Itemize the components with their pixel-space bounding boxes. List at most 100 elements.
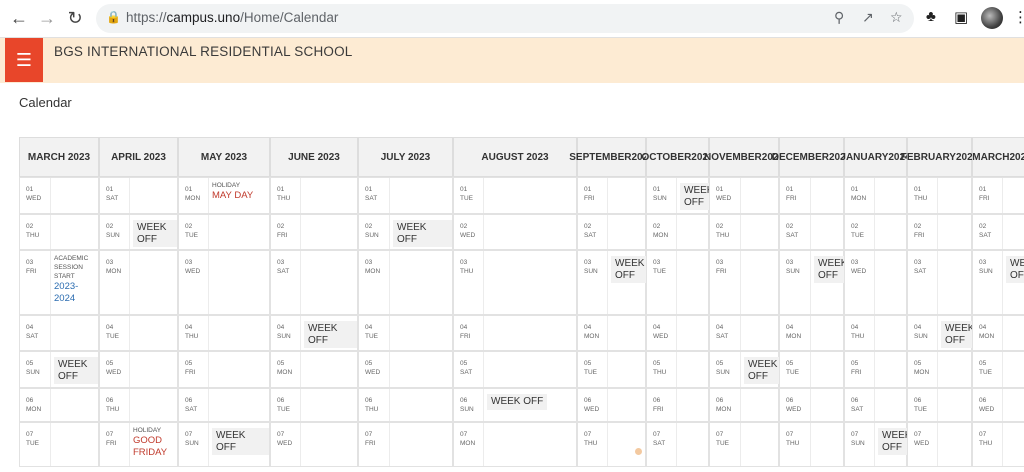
- calendar-day-cell[interactable]: 04 THU: [178, 315, 270, 351]
- back-icon[interactable]: ←: [8, 7, 30, 29]
- calendar-day-cell[interactable]: 06 MON: [709, 388, 779, 422]
- calendar-day-cell[interactable]: 04 TUE: [99, 315, 178, 351]
- calendar-day-cell[interactable]: 07 MON: [453, 422, 577, 467]
- calendar-day-cell[interactable]: 03 SAT: [270, 250, 358, 315]
- calendar-day-cell[interactable]: 05 WED: [99, 351, 178, 388]
- calendar-day-cell[interactable]: 02 SAT: [972, 214, 1024, 250]
- calendar-day-cell[interactable]: 05 TUE: [972, 351, 1024, 388]
- calendar-day-cell[interactable]: 03 MON: [99, 250, 178, 315]
- calendar-day-cell[interactable]: 06 MON: [19, 388, 99, 422]
- calendar-day-cell[interactable]: 04 FRI: [453, 315, 577, 351]
- calendar-day-cell[interactable]: 04 MON: [779, 315, 844, 351]
- calendar-day-cell[interactable]: 01 TUE: [453, 177, 577, 214]
- calendar-day-cell[interactable]: 03 FRI ACADEMIC SESSION START 2023-2024: [19, 250, 99, 315]
- calendar-day-cell[interactable]: 07 THU: [577, 422, 646, 467]
- calendar-day-cell[interactable]: 01 SAT: [99, 177, 178, 214]
- calendar-day-cell[interactable]: 02 SUN WEEK OFF: [99, 214, 178, 250]
- calendar-day-cell[interactable]: 02 MON: [646, 214, 709, 250]
- calendar-day-cell[interactable]: 05 WED: [358, 351, 453, 388]
- calendar-day-cell[interactable]: 01 SAT: [358, 177, 453, 214]
- calendar-day-cell[interactable]: 07 FRI HOLIDAY GOOD FRIDAY: [99, 422, 178, 467]
- calendar-day-cell[interactable]: 02 TUE: [178, 214, 270, 250]
- calendar-day-cell[interactable]: 02 SAT: [779, 214, 844, 250]
- calendar-day-cell[interactable]: 03SUN WEEK OFF: [577, 250, 646, 315]
- calendar-day-cell[interactable]: 05 FRI: [844, 351, 907, 388]
- calendar-day-cell[interactable]: 05 MON: [270, 351, 358, 388]
- calendar-day-cell[interactable]: 01 WED: [709, 177, 779, 214]
- calendar-day-cell[interactable]: 04 SUN WEEK OFF: [907, 315, 974, 351]
- calendar-day-cell[interactable]: 03SUN WEEK OFF: [779, 250, 847, 315]
- calendar-day-cell[interactable]: 07 WED: [907, 422, 972, 467]
- calendar-day-cell[interactable]: 01 FRI: [972, 177, 1024, 214]
- kebab-menu-icon[interactable]: ⋮: [1013, 8, 1024, 26]
- calendar-day-cell[interactable]: 03 FRI: [709, 250, 779, 315]
- calendar-day-cell[interactable]: 06 WED: [972, 388, 1024, 422]
- calendar-day-cell[interactable]: 07 SUN WEEK OFF: [178, 422, 270, 467]
- calendar-day-cell[interactable]: 03 SAT: [907, 250, 972, 315]
- calendar-day-cell[interactable]: 07 THU: [779, 422, 844, 467]
- calendar-day-cell[interactable]: 06 WED: [779, 388, 844, 422]
- calendar-day-cell[interactable]: 06 THU: [358, 388, 453, 422]
- calendar-day-cell[interactable]: 03 TUE: [646, 250, 709, 315]
- share-icon[interactable]: ↗: [862, 9, 874, 26]
- calendar-day-cell[interactable]: 07 SAT: [646, 422, 709, 467]
- calendar-day-cell[interactable]: 07 TUE: [19, 422, 99, 467]
- calendar-day-cell[interactable]: 04 THU: [844, 315, 907, 351]
- calendar-day-cell[interactable]: 05 SAT: [453, 351, 577, 388]
- calendar-day-cell[interactable]: 07 SUN WEEK OFF: [844, 422, 911, 467]
- calendar-day-cell[interactable]: 05 THU: [646, 351, 709, 388]
- calendar-day-cell[interactable]: 01 SUN WEEK OFF: [646, 177, 713, 214]
- calendar-day-cell[interactable]: 05 TUE: [577, 351, 646, 388]
- calendar-day-cell[interactable]: 03 THU: [453, 250, 577, 315]
- calendar-day-cell[interactable]: 03 WED: [844, 250, 907, 315]
- calendar-day-cell[interactable]: 06 TUE: [270, 388, 358, 422]
- calendar-day-cell[interactable]: 05 TUE: [779, 351, 844, 388]
- calendar-day-cell[interactable]: 06 TUE: [907, 388, 972, 422]
- calendar-day-cell[interactable]: 04 SAT: [709, 315, 779, 351]
- address-bar[interactable]: 🔒 https://campus.uno/Home/Calendar ⚲ ↗ ☆: [96, 4, 914, 33]
- calendar-day-cell[interactable]: 04 SAT: [19, 315, 99, 351]
- calendar-day-cell[interactable]: 02 FRI: [907, 214, 972, 250]
- calendar-day-cell[interactable]: 06 FRI: [646, 388, 709, 422]
- calendar-day-cell[interactable]: 06 SAT: [178, 388, 270, 422]
- calendar-day-cell[interactable]: 02 THU: [19, 214, 99, 250]
- calendar-day-cell[interactable]: 05 SUN WEEK OFF: [19, 351, 99, 388]
- calendar-day-cell[interactable]: 05 SUN WEEK OFF: [709, 351, 779, 388]
- calendar-day-cell[interactable]: 07 TUE: [709, 422, 779, 467]
- calendar-day-cell[interactable]: 02 THU: [709, 214, 779, 250]
- calendar-day-cell[interactable]: 06 WED: [577, 388, 646, 422]
- zoom-icon[interactable]: ⚲: [834, 9, 844, 26]
- calendar-day-cell[interactable]: 01 FRI: [779, 177, 844, 214]
- calendar-day-cell[interactable]: 06 SUN WEEK OFF: [453, 388, 577, 422]
- calendar-day-cell[interactable]: 01 THU: [270, 177, 358, 214]
- calendar-day-cell[interactable]: 07 WED: [270, 422, 358, 467]
- calendar-day-cell[interactable]: 03 MON: [358, 250, 453, 315]
- calendar-day-cell[interactable]: 03SUN WEEK OFF: [972, 250, 1024, 315]
- calendar-day-cell[interactable]: 04 MON: [577, 315, 646, 351]
- calendar-day-cell[interactable]: 03 WED: [178, 250, 270, 315]
- bookmark-star-icon[interactable]: ☆: [890, 9, 903, 26]
- calendar-day-cell[interactable]: 02 WED: [453, 214, 577, 250]
- calendar-day-cell[interactable]: 04 TUE: [358, 315, 453, 351]
- profile-avatar[interactable]: [981, 7, 1003, 29]
- calendar-day-cell[interactable]: 01 MON HOLIDAY MAY DAY: [178, 177, 270, 214]
- calendar-day-cell[interactable]: 07 FRI: [358, 422, 453, 467]
- reload-icon[interactable]: ↻: [64, 7, 86, 29]
- calendar-day-cell[interactable]: 02 SUN WEEK OFF: [358, 214, 453, 250]
- calendar-day-cell[interactable]: 01 MON: [844, 177, 907, 214]
- calendar-day-cell[interactable]: 04 WED: [646, 315, 709, 351]
- calendar-day-cell[interactable]: 02 TUE: [844, 214, 907, 250]
- calendar-day-cell[interactable]: 06 THU: [99, 388, 178, 422]
- calendar-day-cell[interactable]: 02 SAT: [577, 214, 646, 250]
- calendar-day-cell[interactable]: 04 MON: [972, 315, 1024, 351]
- calendar-day-cell[interactable]: 01 WED: [19, 177, 99, 214]
- calendar-day-cell[interactable]: 05 FRI: [178, 351, 270, 388]
- hamburger-menu-button[interactable]: ☰: [5, 38, 43, 82]
- side-panel-icon[interactable]: ▣: [954, 8, 968, 26]
- calendar-day-cell[interactable]: 06 SAT: [844, 388, 907, 422]
- calendar-day-cell[interactable]: 02 FRI: [270, 214, 358, 250]
- forward-icon[interactable]: →: [36, 7, 58, 29]
- calendar-day-cell[interactable]: 07 THU: [972, 422, 1024, 467]
- calendar-day-cell[interactable]: 01 THU: [907, 177, 972, 214]
- calendar-day-cell[interactable]: 05 MON: [907, 351, 972, 388]
